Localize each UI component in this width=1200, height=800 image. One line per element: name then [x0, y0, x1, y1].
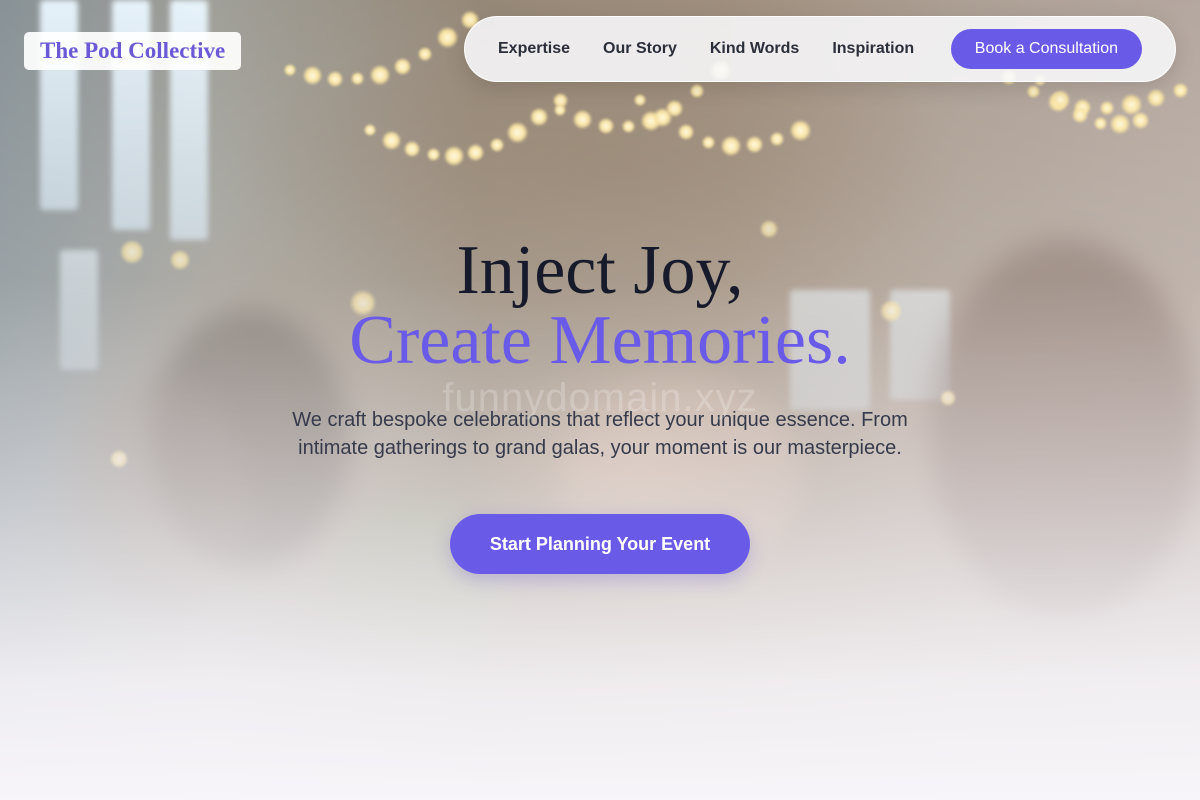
watermark-text: funnydomain.xyz	[442, 376, 758, 420]
headline-line-2: Create Memories.	[349, 302, 851, 379]
brand-logo[interactable]: The Pod Collective	[24, 32, 242, 70]
nav-link-expertise[interactable]: Expertise	[498, 40, 570, 58]
main-nav: Expertise Our Story Kind Words Inspirati…	[464, 16, 1176, 82]
start-planning-button[interactable]: Start Planning Your Event	[450, 514, 750, 574]
nav-link-inspiration[interactable]: Inspiration	[832, 40, 914, 58]
book-consultation-button[interactable]: Book a Consultation	[950, 29, 1142, 69]
headline-line-1: Inject Joy,	[456, 232, 744, 309]
hero-section: Inject Joy, Create Memories. funnydomain…	[0, 236, 1200, 574]
nav-link-kind-words[interactable]: Kind Words	[710, 40, 799, 58]
hero-headline: Inject Joy, Create Memories.	[0, 236, 1200, 376]
nav-link-our-story[interactable]: Our Story	[603, 40, 677, 58]
